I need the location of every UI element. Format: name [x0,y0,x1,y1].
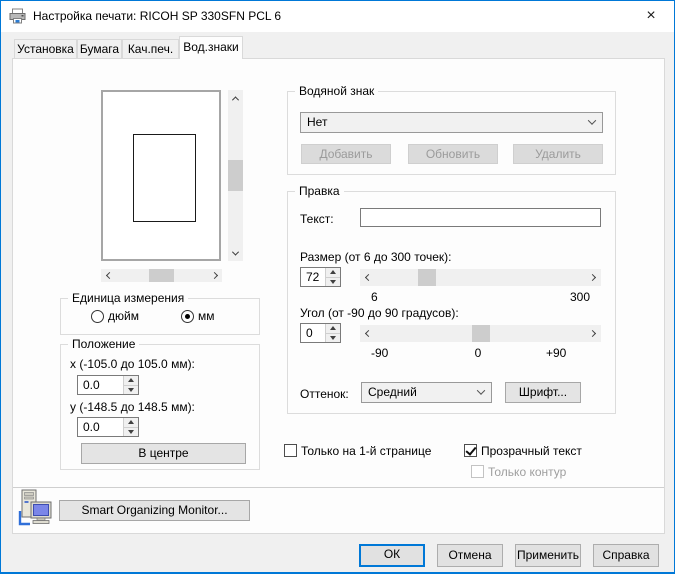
angle-scale-max: +90 [546,346,567,360]
watermarks-tab-page: Единица измерения дюйм мм Положение x (-… [12,58,665,534]
delete-watermark-button[interactable]: Удалить [513,144,603,164]
angle-slider-left-icon[interactable] [360,325,377,342]
transparent-text-label[interactable]: Прозрачный текст [481,444,582,458]
outline-only-checkbox [471,465,484,478]
chevron-down-icon [476,386,486,395]
first-page-only-label[interactable]: Только на 1-й странице [301,444,431,458]
center-button[interactable]: В центре [81,443,246,464]
preview-horizontal-scrollbar[interactable] [101,269,222,282]
title-bar: Настройка печати: RICOH SP 330SFN PCL 6 … [1,1,674,32]
position-group: Положение x (-105.0 до 105.0 мм): 0.0 y … [60,337,260,470]
cancel-button[interactable]: Отмена [437,544,503,567]
position-group-title: Положение [68,337,140,351]
printer-icon [9,8,26,24]
ok-button[interactable]: ОК [359,544,425,567]
shade-label: Оттенок: [300,387,349,401]
angle-spin-up-icon[interactable] [326,324,340,333]
position-x-value[interactable]: 0.0 [78,376,123,394]
size-slider-right-icon[interactable] [584,269,601,286]
watermark-text-input[interactable] [360,208,601,227]
x-spin-up-icon[interactable] [124,376,138,385]
unit-group: Единица измерения дюйм мм [60,291,260,335]
angle-scale-min: -90 [371,346,389,360]
scroll-up-icon[interactable] [228,90,243,106]
print-preferences-dialog: Настройка печати: RICOH SP 330SFN PCL 6 … [0,0,675,574]
close-button[interactable]: × [628,1,674,31]
tab-watermarks[interactable]: Вод.знаки [179,36,243,59]
size-slider[interactable] [360,269,601,286]
unit-mm-label[interactable]: мм [198,310,215,323]
edit-group-title: Правка [295,184,344,198]
preview-vertical-scrollbar[interactable] [228,90,243,261]
vertical-scroll-thumb[interactable] [228,160,243,191]
transparent-text-checkbox[interactable] [464,444,477,457]
watermark-selected-value: Нет [307,115,328,129]
angle-label: Угол (от -90 до 90 градусов): [300,306,459,320]
unit-mm-radio[interactable] [181,310,194,323]
help-button[interactable]: Справка [593,544,659,567]
watermark-select[interactable]: Нет [300,112,603,133]
size-spinner[interactable]: 72 [300,267,341,287]
watermark-group-title: Водяной знак [295,84,379,98]
position-y-value[interactable]: 0.0 [78,418,123,436]
angle-slider[interactable] [360,325,601,342]
size-value[interactable]: 72 [301,268,325,286]
preview-page-outline [133,134,196,222]
x-spin-down-icon[interactable] [124,384,138,394]
angle-spin-down-icon[interactable] [326,332,340,342]
size-scale-min: 6 [371,290,378,304]
edit-group: Правка Текст: Размер (от 6 до 300 точек)… [287,184,616,414]
tab-print-quality[interactable]: Кач.печ. [122,39,179,59]
size-label: Размер (от 6 до 300 точек): [300,250,452,264]
font-button[interactable]: Шрифт... [505,382,581,403]
shade-select[interactable]: Средний [361,382,492,403]
scroll-down-icon[interactable] [228,245,243,261]
apply-button[interactable]: Применить [515,544,581,567]
angle-scale-mid: 0 [474,346,482,360]
watermark-preview [101,90,221,261]
scroll-left-icon[interactable] [101,269,117,282]
scroll-right-icon[interactable] [206,269,222,282]
y-spin-down-icon[interactable] [124,426,138,436]
unit-inch-label[interactable]: дюйм [108,310,139,323]
smart-organizing-monitor-button[interactable]: Smart Organizing Monitor... [59,500,250,521]
angle-slider-thumb[interactable] [472,325,490,342]
size-slider-thumb[interactable] [418,269,436,286]
size-slider-left-icon[interactable] [360,269,377,286]
horizontal-scroll-thumb[interactable] [149,269,174,282]
shade-selected-value: Средний [368,385,417,399]
size-spin-down-icon[interactable] [326,276,340,286]
tab-setup[interactable]: Установка [14,39,77,59]
angle-slider-right-icon[interactable] [584,325,601,342]
tab-paper[interactable]: Бумага [77,39,122,59]
window-title: Настройка печати: RICOH SP 330SFN PCL 6 [33,9,282,23]
angle-value[interactable]: 0 [301,324,325,342]
add-watermark-button[interactable]: Добавить [301,144,391,164]
position-x-label: x (-105.0 до 105.0 мм): [70,357,195,371]
position-y-label: y (-148.5 до 148.5 мм): [70,400,195,414]
watermark-group: Водяной знак Нет Добавить Обновить Удали… [287,84,616,175]
outline-only-label: Только контур [488,465,567,479]
position-y-spinner[interactable]: 0.0 [77,417,139,437]
update-watermark-button[interactable]: Обновить [408,144,498,164]
size-scale-max: 300 [569,290,590,304]
position-x-spinner[interactable]: 0.0 [77,375,139,395]
unit-group-title: Единица измерения [68,291,189,305]
unit-inch-radio[interactable] [91,310,104,323]
size-spin-up-icon[interactable] [326,268,340,277]
chevron-down-icon [587,116,597,125]
y-spin-up-icon[interactable] [124,418,138,427]
watermark-text-label: Текст: [300,212,334,226]
computer-monitor-icon [18,489,52,526]
separator-line [13,487,664,488]
angle-spinner[interactable]: 0 [300,323,341,343]
first-page-only-checkbox[interactable] [284,444,297,457]
